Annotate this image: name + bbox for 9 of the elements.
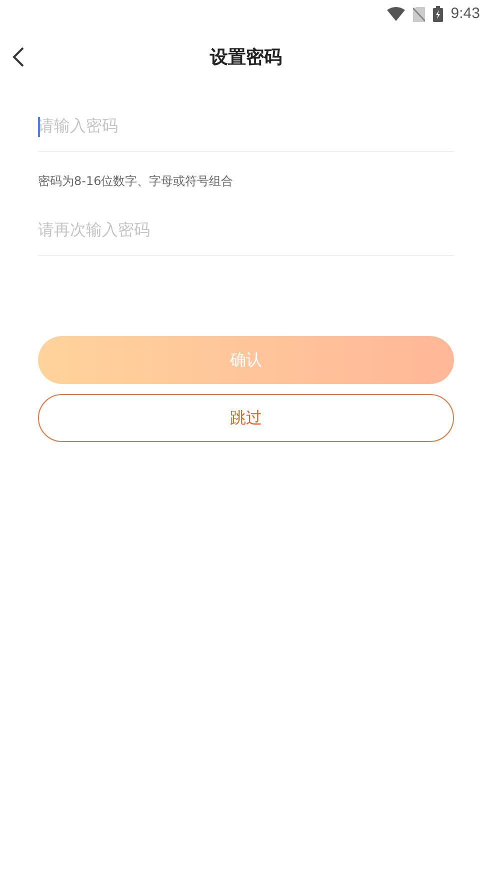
back-icon[interactable] bbox=[12, 47, 26, 67]
status-time: 9:43 bbox=[450, 4, 480, 24]
password-hint: 密码为8-16位数字、字母或符号组合 bbox=[38, 173, 234, 190]
password-field[interactable]: 请再次输入密码 bbox=[38, 218, 454, 242]
battery-icon bbox=[432, 6, 443, 22]
wifi-icon bbox=[386, 7, 405, 21]
skip-button[interactable]: 跳过 bbox=[38, 394, 454, 442]
no-sim-icon bbox=[412, 6, 425, 22]
page-title: 设置密码 bbox=[210, 46, 282, 70]
